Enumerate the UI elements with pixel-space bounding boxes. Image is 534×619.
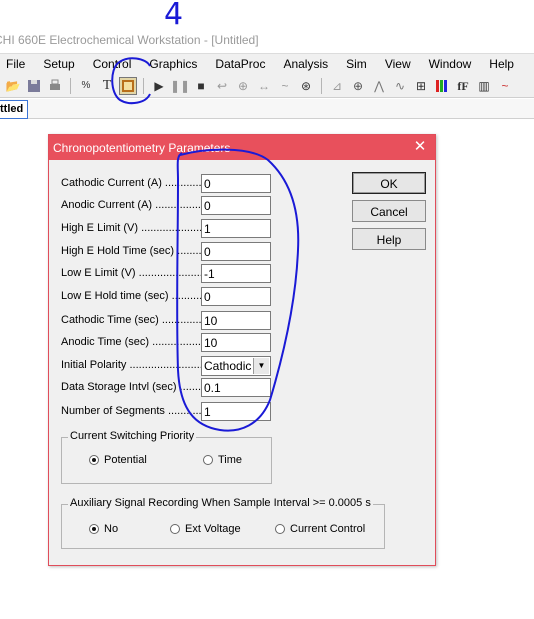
radio-dot <box>275 524 285 534</box>
radio-ext-voltage[interactable]: Ext Voltage <box>170 523 241 535</box>
radio-dot-selected <box>89 524 99 534</box>
radio-current-control[interactable]: Current Control <box>275 523 365 535</box>
menu-setup[interactable]: Setup <box>34 57 83 71</box>
cancel-button[interactable]: Cancel <box>352 200 426 222</box>
radio-potential[interactable]: Potential <box>89 454 147 466</box>
run-icon[interactable]: ▶ <box>150 77 168 95</box>
current-switching-priority-group: Current Switching Priority Potential Tim… <box>61 430 272 484</box>
technique-icon[interactable]: % <box>77 77 95 95</box>
label-initial-polarity: Initial Polarity <box>61 356 203 374</box>
annotation-number: 4 <box>164 0 183 32</box>
app-window-title: CHI 660E Electrochemical Workstation - [… <box>0 33 259 47</box>
graph-icon[interactable]: ⊿ <box>328 77 346 95</box>
number-of-segments-field[interactable] <box>201 402 271 421</box>
overlay-icon[interactable]: ⊞ <box>412 77 430 95</box>
chronopotentiometry-dialog: Chronopotentiometry Parameters ✕ Cathodi… <box>48 134 436 566</box>
menu-control[interactable]: Control <box>84 57 141 71</box>
label-cathodic-current: Cathodic Current (A) <box>61 174 203 192</box>
toolbar-separator <box>70 77 71 94</box>
pause-icon[interactable]: ❚❚ <box>170 77 190 95</box>
chevron-down-icon[interactable]: ▼ <box>253 358 269 374</box>
ok-button[interactable]: OK <box>352 172 426 194</box>
help-button[interactable]: Help <box>352 228 426 250</box>
technique-t-icon[interactable]: T <box>98 77 116 95</box>
label-anodic-time: Anodic Time (sec) <box>61 333 203 351</box>
menu-graphics[interactable]: Graphics <box>140 57 206 71</box>
cathodic-current-field[interactable] <box>201 174 271 193</box>
print-icon[interactable] <box>46 77 64 95</box>
initial-polarity-select[interactable]: Cathodic ▼ <box>201 356 271 376</box>
auxiliary-signal-group: Auxiliary Signal Recording When Sample I… <box>61 497 385 549</box>
label-high-e-hold-time: High E Hold Time (sec) <box>61 242 203 260</box>
smooth-icon[interactable]: ∿ <box>391 77 409 95</box>
menu-bar: File Setup Control Graphics DataProc Ana… <box>0 53 534 74</box>
menu-window[interactable]: Window <box>420 57 481 71</box>
cathodic-time-field[interactable] <box>201 311 271 330</box>
radio-potential-label: Potential <box>104 454 147 466</box>
open-icon[interactable]: 📂 <box>4 77 22 95</box>
label-low-e-hold-time: Low E Hold time (sec) <box>61 287 203 305</box>
radio-dot <box>203 455 213 465</box>
close-icon[interactable]: ✕ <box>411 138 429 156</box>
save-icon[interactable] <box>25 77 43 95</box>
initial-polarity-value: Cathodic <box>204 359 252 373</box>
menu-dataproc[interactable]: DataProc <box>206 57 274 71</box>
menu-view[interactable]: View <box>376 57 420 71</box>
menu-file[interactable]: File <box>0 57 34 71</box>
radio-time[interactable]: Time <box>203 454 242 466</box>
document-tab-bar: ttled <box>0 99 534 119</box>
high-e-limit-field[interactable] <box>201 219 271 238</box>
radio-no-label: No <box>104 523 119 535</box>
color-icon[interactable] <box>433 77 451 95</box>
anodic-current-field[interactable] <box>201 196 271 215</box>
filter-icon[interactable]: ↔ <box>255 77 273 95</box>
anodic-time-field[interactable] <box>201 333 271 352</box>
label-data-storage-interval: Data Storage Intvl (sec) <box>61 378 203 396</box>
ir-comp-icon[interactable]: ⊕ <box>234 77 252 95</box>
chart-icon[interactable]: ▥ <box>475 77 493 95</box>
cell-icon[interactable]: ~ <box>276 77 294 95</box>
toolbar: 📂 % T ▶ ❚❚ ■ ↩ ⊕ ↔ ~ ⊛ ⊿ ⊕ ⋀ ∿ ⊞ fF ▥ ~ <box>0 74 534 98</box>
stop-icon[interactable]: ■ <box>192 77 210 95</box>
current-switching-priority-title: Current Switching Priority <box>68 430 197 442</box>
radio-current-control-label: Current Control <box>290 523 366 535</box>
toolbar-separator <box>143 77 144 94</box>
toolbar-separator <box>321 77 322 94</box>
font-icon[interactable]: fF <box>454 77 472 95</box>
menu-help[interactable]: Help <box>480 57 523 71</box>
line-icon[interactable]: ~ <box>496 77 514 95</box>
dialog-title-bar: Chronopotentiometry Parameters ✕ <box>49 135 435 160</box>
menu-sim[interactable]: Sim <box>337 57 376 71</box>
data-storage-interval-field[interactable] <box>201 378 271 397</box>
menu-analysis[interactable]: Analysis <box>274 57 337 71</box>
low-e-hold-time-field[interactable] <box>201 287 271 306</box>
reverse-icon[interactable]: ↩ <box>213 77 231 95</box>
radio-dot-selected <box>89 455 99 465</box>
parameters-icon[interactable] <box>119 76 137 95</box>
radio-no[interactable]: No <box>89 523 118 535</box>
radio-time-label: Time <box>218 454 243 466</box>
radio-ext-voltage-label: Ext Voltage <box>185 523 241 535</box>
zoom-icon[interactable]: ⊕ <box>349 77 367 95</box>
label-anodic-current: Anodic Current (A) <box>61 196 203 214</box>
document-tab[interactable]: ttled <box>0 100 29 119</box>
high-e-hold-time-field[interactable] <box>201 242 271 261</box>
radio-dot <box>170 524 180 534</box>
label-cathodic-time: Cathodic Time (sec) <box>61 311 203 329</box>
label-number-of-segments: Number of Segments <box>61 402 203 420</box>
low-e-limit-field[interactable] <box>201 264 271 283</box>
settings-icon[interactable]: ⊛ <box>297 77 315 95</box>
peak-icon[interactable]: ⋀ <box>370 77 388 95</box>
dialog-title: Chronopotentiometry Parameters <box>53 140 231 155</box>
label-high-e-limit: High E Limit (V) <box>61 219 203 237</box>
label-low-e-limit: Low E Limit (V) <box>61 264 203 282</box>
auxiliary-signal-title: Auxiliary Signal Recording When Sample I… <box>68 497 373 509</box>
